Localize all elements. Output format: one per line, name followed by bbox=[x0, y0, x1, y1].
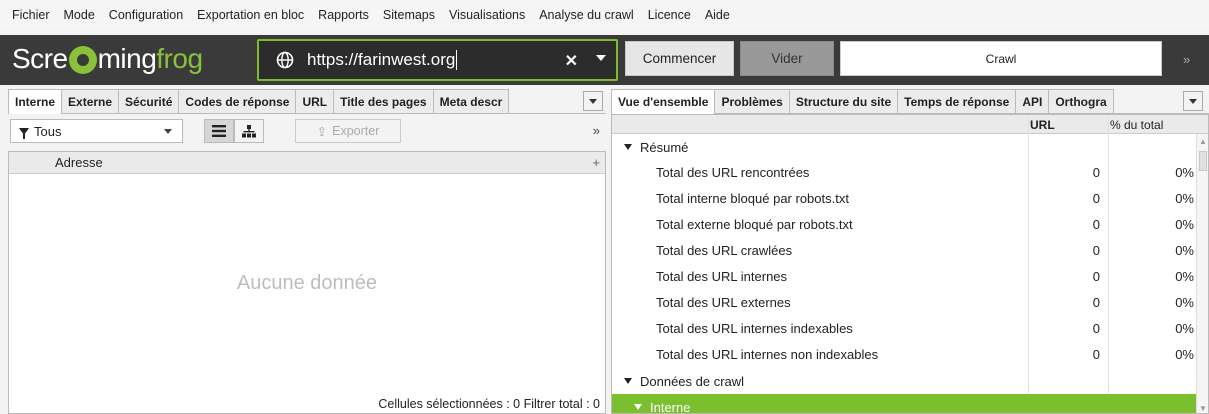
section-resume[interactable]: Résumé bbox=[612, 134, 1198, 160]
chevron-down-icon[interactable] bbox=[596, 55, 606, 61]
list-view-button[interactable] bbox=[204, 119, 234, 143]
right-tabs-dropdown-icon[interactable] bbox=[1183, 91, 1203, 111]
selection-status: Cellules sélectionnées : 0 Filtrer total… bbox=[378, 397, 600, 411]
overview-row[interactable]: Total des URL internes non indexables 0 … bbox=[612, 342, 1198, 368]
collapse-triangle-icon[interactable] bbox=[624, 144, 632, 150]
menu-fichier[interactable]: Fichier bbox=[12, 8, 50, 22]
scrollbar-thumb[interactable] bbox=[1199, 151, 1207, 171]
right-tab-bar: Vue d'ensemble Problèmes Structure du si… bbox=[611, 89, 1209, 114]
menu-mode[interactable]: Mode bbox=[64, 8, 95, 22]
collapse-triangle-icon[interactable] bbox=[624, 378, 632, 384]
empty-message: Aucune donnée bbox=[236, 272, 378, 294]
more-options-icon[interactable]: » bbox=[593, 123, 600, 138]
tab-securite[interactable]: Sécurité bbox=[118, 89, 180, 113]
list-icon bbox=[212, 125, 226, 137]
scroll-up-icon[interactable]: ▲ bbox=[1199, 137, 1207, 146]
tab-vue-d-ensemble[interactable]: Vue d'ensemble bbox=[611, 89, 716, 114]
add-column-icon[interactable]: + bbox=[592, 155, 600, 170]
filter-icon bbox=[19, 127, 29, 139]
section-interne[interactable]: Interne bbox=[612, 394, 1198, 413]
filter-row: Tous ⇪ Exporter » bbox=[8, 119, 606, 145]
left-tabs-dropdown-icon[interactable] bbox=[583, 91, 603, 111]
start-button[interactable]: Commencer bbox=[625, 41, 734, 76]
overview-row[interactable]: Total des URL crawlées 0 0% bbox=[612, 238, 1198, 264]
globe-icon bbox=[275, 50, 295, 70]
overview-grid[interactable]: URL % du total Résumé Total des URL renc… bbox=[611, 114, 1209, 414]
column-header-url[interactable]: URL bbox=[1030, 118, 1055, 132]
crawl-mode-box[interactable]: Crawl bbox=[840, 41, 1162, 76]
overview-row[interactable]: Total des URL rencontrées 0 0% bbox=[612, 160, 1198, 186]
tab-orthographe[interactable]: Orthogra bbox=[1048, 89, 1114, 113]
vertical-scrollbar[interactable]: ▲ ▼ bbox=[1196, 134, 1208, 413]
more-toolbar-icon[interactable]: » bbox=[1183, 52, 1190, 67]
menu-sitemaps[interactable]: Sitemaps bbox=[383, 8, 435, 22]
export-button[interactable]: ⇪ Exporter bbox=[295, 119, 401, 143]
app-logo: Scre ming frog bbox=[12, 43, 203, 74]
overview-row[interactable]: Total interne bloqué par robots.txt 0 0% bbox=[612, 186, 1198, 212]
column-header-adresse[interactable]: Adresse + bbox=[9, 152, 605, 174]
tab-url[interactable]: URL bbox=[295, 89, 335, 113]
clear-url-icon[interactable]: ✕ bbox=[565, 51, 578, 71]
menu-bar: Fichier Mode Configuration Exportation e… bbox=[0, 0, 1209, 30]
scroll-down-icon[interactable]: ▼ bbox=[1199, 404, 1207, 413]
overview-row[interactable]: Total des URL externes 0 0% bbox=[612, 290, 1198, 316]
tab-externe[interactable]: Externe bbox=[61, 89, 120, 113]
left-tab-bar: Interne Externe Sécurité Codes de répons… bbox=[8, 89, 606, 114]
left-panel: Interne Externe Sécurité Codes de répons… bbox=[8, 89, 606, 414]
menu-rapports[interactable]: Rapports bbox=[318, 8, 369, 22]
url-text[interactable]: https://farinwest.org bbox=[307, 50, 455, 69]
collapse-triangle-icon[interactable] bbox=[634, 404, 642, 410]
menu-visualisations[interactable]: Visualisations bbox=[449, 8, 525, 22]
overview-row[interactable]: Total des URL internes 0 0% bbox=[612, 264, 1198, 290]
tab-interne[interactable]: Interne bbox=[8, 89, 63, 114]
frog-logo-icon bbox=[68, 46, 97, 74]
overview-header: URL % du total bbox=[612, 115, 1208, 134]
menu-configuration[interactable]: Configuration bbox=[109, 8, 183, 22]
tree-icon bbox=[242, 124, 256, 137]
filter-select[interactable]: Tous bbox=[10, 119, 183, 143]
url-input[interactable]: https://farinwest.org ✕ bbox=[257, 39, 618, 81]
menu-aide[interactable]: Aide bbox=[705, 8, 730, 22]
toolbar: Scre ming frog https://farinwest.org ✕ Com… bbox=[0, 35, 1209, 85]
left-data-grid[interactable]: Adresse + Aucune donnée Cellules sélecti… bbox=[8, 151, 606, 414]
chevron-down-icon bbox=[164, 129, 172, 134]
text-caret bbox=[456, 50, 458, 71]
tree-view-button[interactable] bbox=[234, 119, 264, 143]
overview-row[interactable]: Total des URL internes indexables 0 0% bbox=[612, 316, 1198, 342]
upload-icon: ⇪ bbox=[316, 124, 328, 139]
menu-licence[interactable]: Licence bbox=[648, 8, 691, 22]
menu-exportation-en-bloc[interactable]: Exportation en bloc bbox=[197, 8, 304, 22]
clear-button[interactable]: Vider bbox=[740, 41, 834, 76]
section-donnees-de-crawl[interactable]: Données de crawl bbox=[612, 368, 1198, 394]
right-panel: Vue d'ensemble Problèmes Structure du si… bbox=[611, 89, 1209, 414]
menu-analyse-du-crawl[interactable]: Analyse du crawl bbox=[539, 8, 634, 22]
tab-title-des-pages[interactable]: Title des pages bbox=[333, 89, 434, 113]
column-header-pct[interactable]: % du total bbox=[1110, 118, 1163, 132]
tab-meta-description[interactable]: Meta descr bbox=[432, 89, 510, 113]
tab-problemes[interactable]: Problèmes bbox=[714, 89, 790, 113]
tab-api[interactable]: API bbox=[1015, 89, 1050, 113]
tab-temps-de-reponse[interactable]: Temps de réponse bbox=[897, 89, 1017, 113]
overview-row[interactable]: Total externe bloqué par robots.txt 0 0% bbox=[612, 212, 1198, 238]
tab-structure-du-site[interactable]: Structure du site bbox=[788, 89, 899, 113]
tab-codes-de-reponse[interactable]: Codes de réponse bbox=[178, 89, 297, 113]
